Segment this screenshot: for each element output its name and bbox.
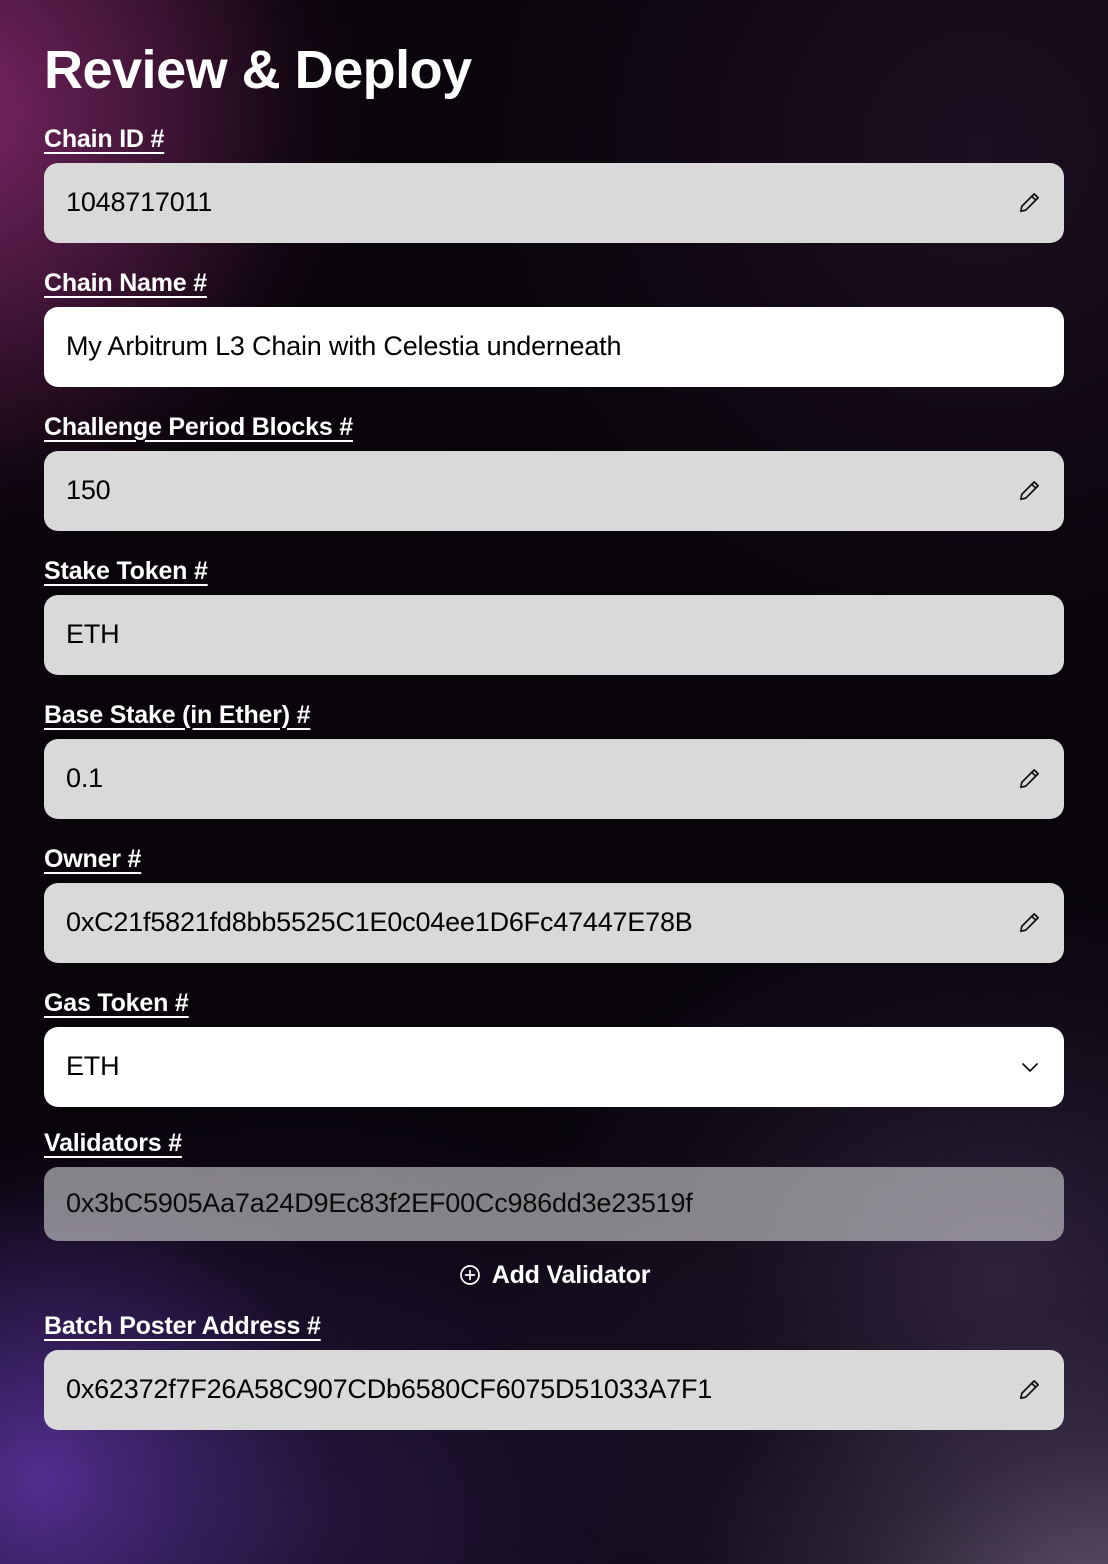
value-stake-token: ETH (66, 619, 120, 650)
label-batch-poster-address: Batch Poster Address # (44, 1311, 321, 1340)
value-validator-0: 0x3bC5905Aa7a24D9Ec83f2EF00Cc986dd3e2351… (66, 1188, 693, 1219)
value-chain-name: My Arbitrum L3 Chain with Celestia under… (66, 331, 622, 362)
field-group-batch-poster-address: Batch Poster Address # 0x62372f7F26A58C9… (44, 1312, 1064, 1430)
add-validator-button[interactable]: Add Validator (44, 1261, 1064, 1290)
input-stake-token[interactable]: ETH (44, 594, 1064, 675)
value-challenge-period-blocks: 150 (66, 475, 111, 506)
field-group-owner: Owner # 0xC21f5821fd8bb5525C1E0c04ee1D6F… (44, 845, 1064, 963)
field-group-chain-name: Chain Name # My Arbitrum L3 Chain with C… (44, 269, 1064, 387)
pencil-icon[interactable] (1016, 478, 1042, 504)
label-owner: Owner # (44, 844, 142, 873)
pencil-icon[interactable] (1016, 766, 1042, 792)
field-group-challenge-period-blocks: Challenge Period Blocks # 150 (44, 413, 1064, 531)
value-owner: 0xC21f5821fd8bb5525C1E0c04ee1D6Fc47447E7… (66, 907, 693, 938)
plus-circle-icon (458, 1263, 482, 1287)
field-group-gas-token: Gas Token # ETH (44, 989, 1064, 1107)
chevron-down-icon[interactable] (1018, 1055, 1042, 1079)
label-chain-name: Chain Name # (44, 268, 207, 297)
label-gas-token: Gas Token # (44, 988, 189, 1017)
label-validators: Validators # (44, 1128, 182, 1157)
input-validator-0[interactable]: 0x3bC5905Aa7a24D9Ec83f2EF00Cc986dd3e2351… (44, 1166, 1064, 1241)
label-stake-token: Stake Token # (44, 556, 208, 585)
value-base-stake: 0.1 (66, 763, 103, 794)
field-group-stake-token: Stake Token # ETH (44, 557, 1064, 675)
pencil-icon[interactable] (1016, 910, 1042, 936)
add-validator-label: Add Validator (491, 1260, 651, 1289)
value-gas-token: ETH (66, 1051, 120, 1082)
label-base-stake: Base Stake (in Ether) # (44, 700, 311, 729)
pencil-icon[interactable] (1016, 190, 1042, 216)
label-chain-id: Chain ID # (44, 124, 165, 153)
input-batch-poster-address[interactable]: 0x62372f7F26A58C907CDb6580CF6075D51033A7… (44, 1349, 1064, 1430)
input-chain-id[interactable]: 1048717011 (44, 162, 1064, 243)
pencil-icon[interactable] (1016, 1377, 1042, 1403)
field-group-validators: Validators # 0x3bC5905Aa7a24D9Ec83f2EF00… (44, 1129, 1064, 1290)
label-challenge-period-blocks: Challenge Period Blocks # (44, 412, 353, 441)
page-title: Review & Deploy (44, 40, 472, 100)
value-batch-poster-address: 0x62372f7F26A58C907CDb6580CF6075D51033A7… (66, 1374, 713, 1405)
select-gas-token[interactable]: ETH (44, 1026, 1064, 1107)
field-group-chain-id: Chain ID # 1048717011 (44, 125, 1064, 243)
value-chain-id: 1048717011 (66, 187, 213, 218)
input-owner[interactable]: 0xC21f5821fd8bb5525C1E0c04ee1D6Fc47447E7… (44, 882, 1064, 963)
input-challenge-period-blocks[interactable]: 150 (44, 450, 1064, 531)
input-base-stake[interactable]: 0.1 (44, 738, 1064, 819)
review-and-deploy-page: Review & Deploy Chain ID # 1048717011 Ch… (0, 0, 1108, 1564)
field-group-base-stake: Base Stake (in Ether) # 0.1 (44, 701, 1064, 819)
input-chain-name[interactable]: My Arbitrum L3 Chain with Celestia under… (44, 306, 1064, 387)
